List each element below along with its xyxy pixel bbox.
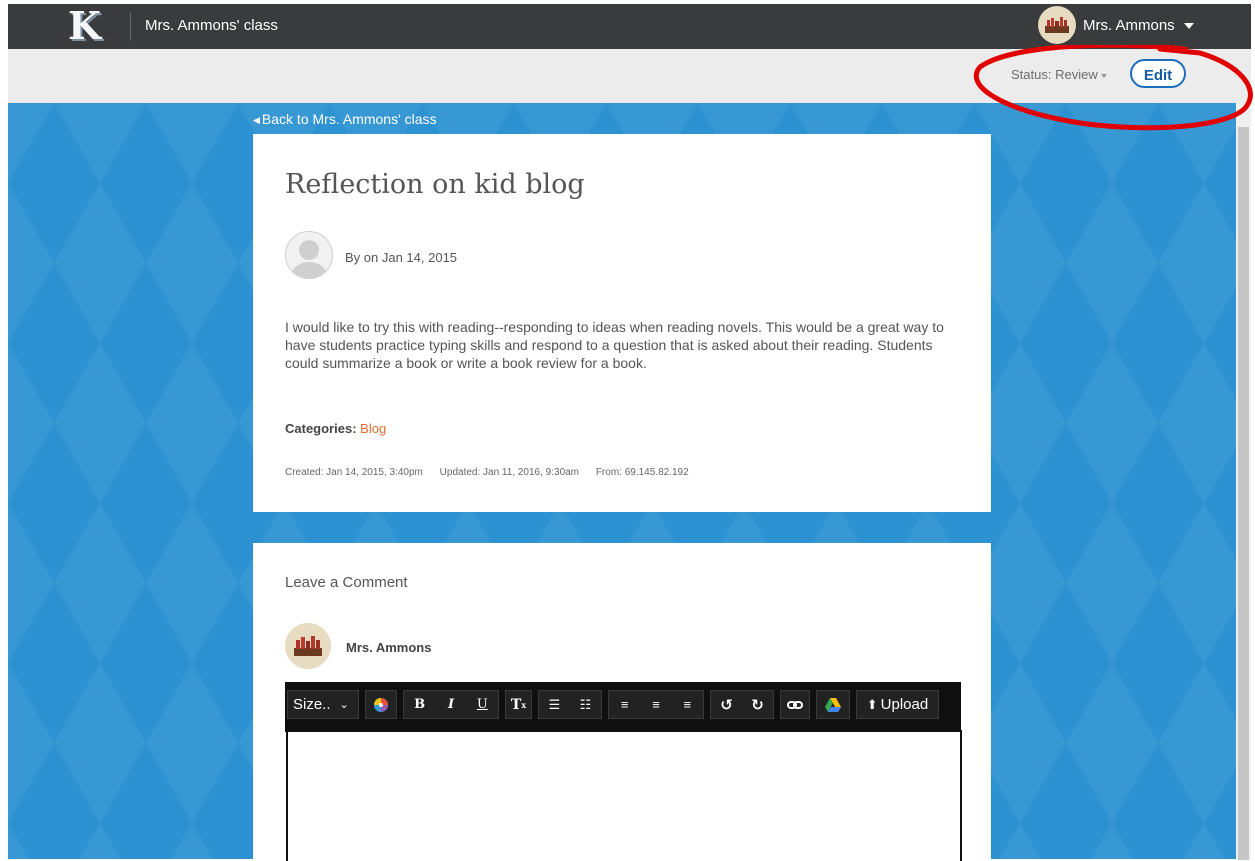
italic-icon[interactable]: I [435,691,466,718]
back-to-class-link[interactable]: ◀ Back to Mrs. Ammons' class [253,111,437,127]
post-card: Reflection on kid blog By on Jan 14, 201… [253,134,991,512]
numbered-list-icon[interactable]: ☷ [570,691,601,718]
chevron-left-icon: ◀ [253,115,260,125]
commenter-avatar [285,623,331,669]
chevron-down-icon: ⌄ [339,699,349,711]
link-icon [787,700,803,709]
category-link-blog[interactable]: Blog [360,421,386,436]
list-group: ☰ ☷ [538,690,602,719]
scrollbar-thumb[interactable] [1238,127,1249,860]
upload-icon: ⬆ [866,696,878,712]
source-ip: From: 69.145.82.192 [595,467,689,478]
user-menu-caret-icon[interactable] [1184,23,1194,29]
user-avatar[interactable] [1038,6,1076,44]
google-drive-button[interactable] [816,690,850,719]
edit-button[interactable]: Edit [1130,59,1186,88]
navbar-divider [130,12,131,41]
align-right-icon[interactable]: ≡ [672,691,703,718]
comment-card: Leave a Comment Mrs. Ammons Size.. ⌄ B I… [253,543,991,861]
comment-heading: Leave a Comment [285,574,408,591]
post-title: Reflection on kid blog [285,169,585,200]
bulleted-list-icon[interactable]: ☰ [539,691,570,718]
chevron-down-icon [1100,73,1107,78]
alignment-group: ≡ ≡ ≡ [608,690,704,719]
author-avatar [285,231,333,279]
link-button[interactable] [780,690,810,719]
editor-toolbar: Size.. ⌄ B I U Tx ☰ ☷ ≡ ≡ ≡ ↺ ↻ ⬆ Upload [285,682,961,731]
scrollbar[interactable] [1236,103,1251,860]
commenter-name: Mrs. Ammons [346,640,432,655]
bold-icon[interactable]: B [404,691,435,718]
post-categories: Categories: Blog [285,421,386,436]
align-center-icon[interactable]: ≡ [640,691,671,718]
post-body: I would like to try this with reading--r… [285,319,944,371]
back-link-label: Back to Mrs. Ammons' class [261,111,437,127]
default-user-icon [291,240,327,278]
upload-button[interactable]: ⬆ Upload [856,690,939,719]
history-group: ↺ ↻ [710,690,774,719]
user-name[interactable]: Mrs. Ammons [1083,17,1175,34]
status-dropdown[interactable]: Status: Review [1011,67,1107,82]
clear-formatting-button[interactable]: Tx [505,690,532,719]
size-dropdown[interactable]: Size.. ⌄ [287,690,359,719]
google-drive-icon [825,697,841,712]
post-byline: By on Jan 14, 2015 [345,250,458,265]
bookshelf-icon [294,636,322,656]
clear-format-icon: Tx [510,696,527,713]
status-label: Status: Review [1011,67,1098,82]
categories-label: Categories: [285,421,357,436]
updated-timestamp: Updated: Jan 11, 2016, 9:30am [439,467,580,478]
svg-text:K: K [68,8,103,46]
underline-icon[interactable]: U [467,691,498,718]
undo-icon[interactable]: ↺ [711,691,742,718]
post-action-bar: Status: Review Edit [8,49,1251,103]
class-name-link[interactable]: Mrs. Ammons' class [145,17,278,34]
upload-label: Upload [880,696,929,713]
created-timestamp: Created: Jan 14, 2015, 3:40pm [285,467,423,478]
kidblog-logo[interactable]: K K [66,8,118,46]
text-color-button[interactable] [365,690,397,719]
post-metadata: Created: Jan 14, 2015, 3:40pm Updated: J… [285,467,703,478]
redo-icon[interactable]: ↻ [742,691,773,718]
size-label: Size.. [293,696,331,713]
comment-editor[interactable] [286,730,962,861]
align-left-icon[interactable]: ≡ [609,691,640,718]
top-navbar: K K Mrs. Ammons' class Mrs. Ammons [8,4,1251,49]
color-wheel-icon [374,697,388,712]
text-style-group: B I U [403,690,499,719]
bookshelf-icon [1045,17,1069,33]
